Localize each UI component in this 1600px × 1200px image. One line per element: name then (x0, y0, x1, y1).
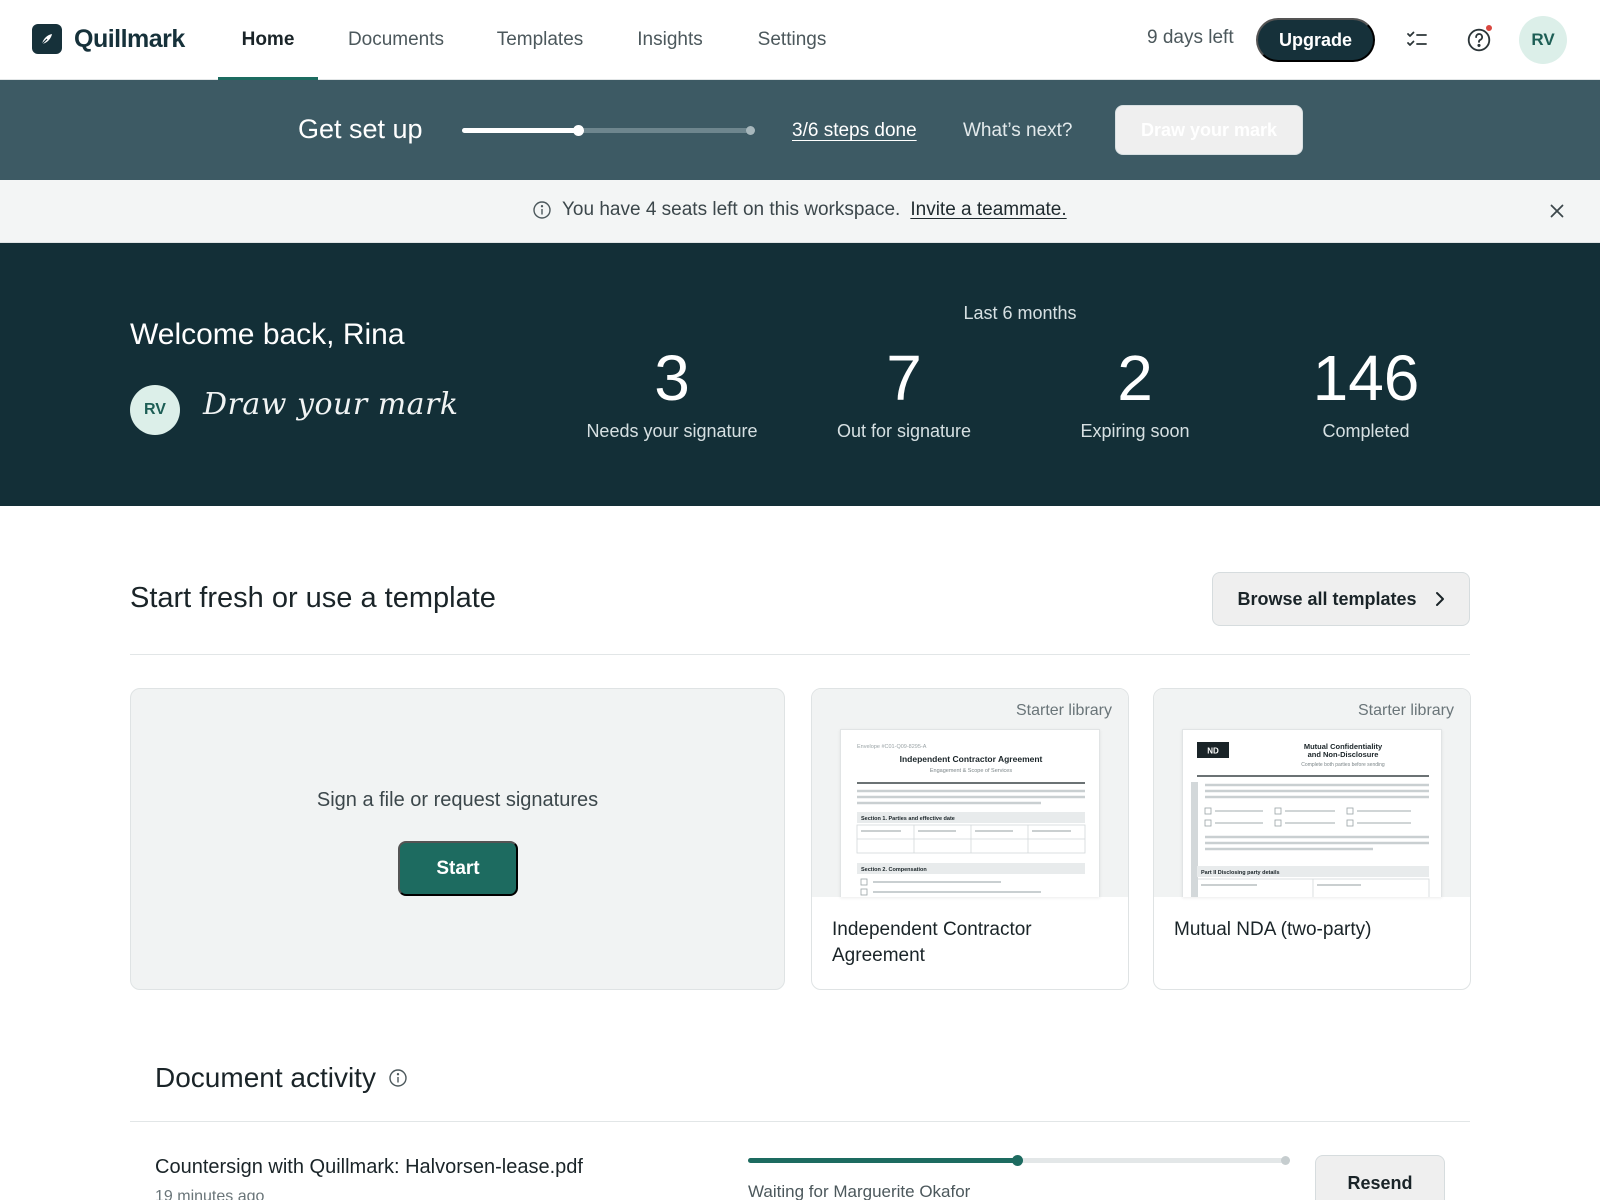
thumb-section-1: Section 1. Parties and effective date (861, 816, 955, 822)
thumb-title-2: and Non-Disclosure (1308, 750, 1379, 759)
document-thumbnail: Envelope #C01-Q09-8295-A Independent Con… (840, 729, 1100, 897)
seats-notice: You have 4 seats left on this workspace.… (0, 180, 1600, 243)
tasks-button[interactable] (1399, 22, 1435, 58)
thumb-ref: Envelope #C01-Q09-8295-A (857, 744, 927, 750)
setup-progress-fill (462, 128, 578, 133)
stat-value: 3 (654, 342, 690, 414)
close-notice-button[interactable] (1545, 199, 1569, 223)
start-fresh-card: Sign a file or request signatures Start (130, 688, 785, 990)
info-icon[interactable] (388, 1068, 408, 1088)
app-name: Quillmark (74, 24, 185, 53)
stat-expiring-soon[interactable]: 2 Expiring soon (1025, 341, 1245, 442)
thumb-badge: ND (1207, 747, 1219, 756)
stat-value: 2 (1117, 342, 1153, 414)
invite-teammate-link[interactable]: Invite a teammate. (910, 199, 1066, 221)
chevron-right-icon (1435, 592, 1444, 606)
setup-banner: Get set up 3/6 steps done What’s next? D… (0, 80, 1600, 180)
activity-progress-knob (1012, 1155, 1023, 1166)
activity-row-title[interactable]: Countersign with Quillmark: Halvorsen-le… (155, 1156, 583, 1179)
activity-title: Document activity (155, 1062, 376, 1093)
stat-label: Out for signature (836, 421, 972, 441)
tab-home[interactable]: Home (218, 0, 318, 80)
thumb-subtitle: Engagement & Scope of Services (930, 768, 1012, 774)
close-icon (1550, 204, 1564, 218)
tab-settings[interactable]: Settings (744, 0, 840, 80)
template-preview: Starter library Envelope #C01-Q09-8295-A… (812, 689, 1128, 897)
resend-button[interactable]: Resend (1315, 1155, 1445, 1200)
upgrade-button[interactable]: Upgrade (1256, 18, 1375, 62)
browse-templates-button[interactable]: Browse all templates (1212, 572, 1470, 626)
trial-days-left: 9 days left (1147, 27, 1234, 48)
whats-next-link[interactable]: What’s next? (963, 120, 1072, 142)
info-icon (533, 201, 551, 219)
top-navigation: Quillmark Home Documents Templates Insig… (0, 0, 1600, 80)
stat-completed[interactable]: 146 Completed (1256, 341, 1476, 442)
activity-progress-bar (748, 1155, 1290, 1166)
signature-prompt[interactable]: Draw your mark (203, 387, 459, 422)
tasks-icon (1407, 31, 1427, 46)
setup-progress-bar (462, 125, 755, 136)
template-tag: Starter library (1015, 702, 1112, 719)
notification-dot (1485, 24, 1493, 32)
templates-heading: Start fresh or use a template (130, 582, 496, 614)
stat-label: Completed (1322, 421, 1410, 441)
hero-avatar: RV (130, 385, 180, 435)
start-button[interactable]: Start (398, 841, 518, 896)
draw-mark-button[interactable]: Draw your mark (1115, 105, 1303, 155)
stat-label: Needs your signature (586, 421, 758, 441)
section-divider (130, 654, 1470, 655)
template-card-contractor[interactable]: Starter library Envelope #C01-Q09-8295-A… (811, 688, 1129, 990)
tab-templates[interactable]: Templates (484, 0, 596, 80)
start-card-text: Sign a file or request signatures (316, 789, 599, 811)
setup-progress-end (746, 126, 755, 135)
stat-needs-signature[interactable]: 3 Needs your signature (562, 341, 782, 442)
thumb-section-1: Part II Disclosing party details (1201, 870, 1280, 876)
activity-progress-fill (748, 1158, 1017, 1163)
document-thumbnail: ND Mutual Confidentiality and Non-Disclo… (1182, 729, 1442, 897)
activity-row-status: Waiting for Marguerite Okafor (748, 1182, 971, 1200)
welcome-heading: Welcome back, Rina (130, 318, 405, 351)
steps-done-link[interactable]: 3/6 steps done (792, 120, 917, 142)
activity-row-time: 19 minutes ago (155, 1188, 265, 1200)
tab-documents[interactable]: Documents (336, 0, 456, 80)
thumb-section-2: Section 2. Compensation (861, 867, 927, 873)
stats-period: Last 6 months (963, 303, 1077, 323)
thumb-subtitle: Complete both parties before sending (1301, 762, 1385, 768)
setup-title: Get set up (298, 114, 423, 144)
template-name: Independent Contractor Agreement (832, 919, 1032, 966)
activity-divider (130, 1121, 1470, 1122)
user-avatar[interactable]: RV (1519, 16, 1567, 64)
setup-progress-knob (572, 125, 584, 136)
notice-text: You have 4 seats left on this workspace. (562, 199, 901, 220)
template-preview: Starter library ND Mutual Confidentialit… (1154, 689, 1470, 897)
welcome-hero: Welcome back, Rina RV Draw your mark Las… (0, 243, 1600, 506)
stat-label: Expiring soon (1080, 421, 1190, 441)
stat-value: 7 (886, 342, 922, 414)
activity-progress-end (1281, 1156, 1290, 1165)
activity-heading: Document activity (155, 1062, 408, 1094)
template-tag: Starter library (1357, 702, 1454, 719)
template-card-nda[interactable]: Starter library ND Mutual Confidentialit… (1153, 688, 1471, 990)
thumb-title: Independent Contractor Agreement (900, 754, 1043, 764)
template-name: Mutual NDA (two-party) (1174, 919, 1372, 940)
app-logo[interactable]: Quillmark (32, 24, 185, 54)
help-button[interactable] (1461, 22, 1497, 58)
quill-icon (32, 24, 62, 54)
tab-insights[interactable]: Insights (624, 0, 716, 80)
stat-value: 146 (1312, 342, 1420, 414)
stat-out-for-signature[interactable]: 7 Out for signature (794, 341, 1014, 442)
browse-templates-label: Browse all templates (1237, 588, 1417, 609)
